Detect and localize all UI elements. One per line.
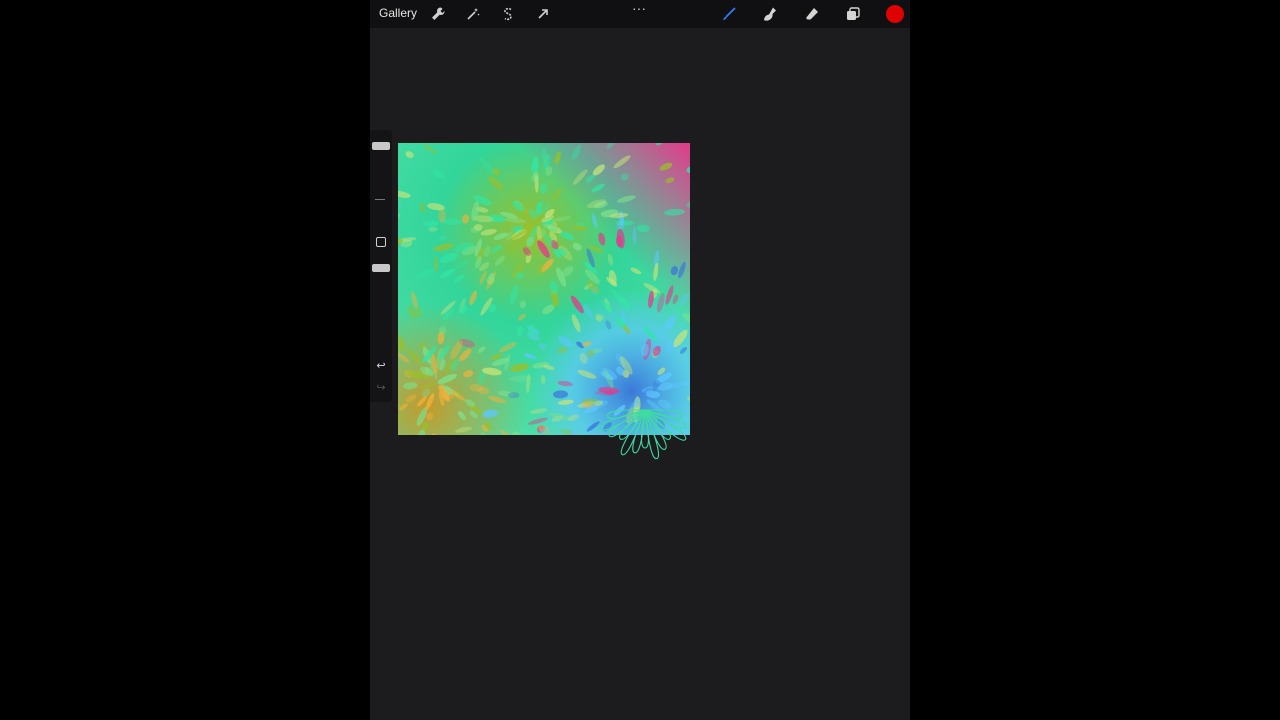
eraser-icon[interactable]	[802, 4, 822, 24]
color-picker-swatch[interactable]	[886, 5, 904, 23]
layers-icon[interactable]	[843, 4, 863, 24]
opacity-slider[interactable]	[372, 264, 390, 272]
brush-size-slider[interactable]	[372, 142, 390, 150]
adjustments-wand-icon[interactable]	[463, 4, 483, 24]
top-toolbar: Gallery ···	[370, 0, 910, 28]
selection-s-icon[interactable]	[498, 4, 518, 24]
actions-wrench-icon[interactable]	[428, 4, 448, 24]
transform-arrow-icon[interactable]	[533, 4, 553, 24]
more-options-icon[interactable]: ···	[632, 0, 646, 16]
gallery-button[interactable]: Gallery	[379, 6, 417, 20]
brush-icon[interactable]	[719, 4, 739, 24]
drawing-canvas[interactable]	[398, 143, 690, 435]
procreate-app: Gallery ··· ↩ ↪	[370, 0, 910, 720]
left-sidebar: ↩ ↪	[370, 130, 392, 402]
modify-button[interactable]	[376, 237, 386, 247]
brush-size-track	[375, 199, 385, 200]
smudge-icon[interactable]	[760, 4, 780, 24]
paint-stroke	[423, 220, 439, 227]
undo-arrow-icon[interactable]: ↩	[374, 360, 388, 372]
artwork	[398, 143, 690, 435]
redo-arrow-icon[interactable]: ↪	[374, 382, 388, 394]
